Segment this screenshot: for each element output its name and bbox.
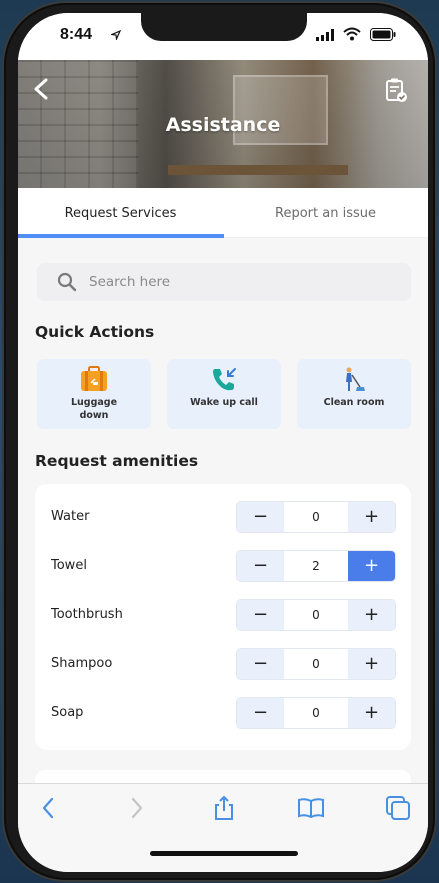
decrement-button[interactable]: − xyxy=(237,551,284,581)
quantity-value[interactable]: 0 xyxy=(284,600,348,630)
decrement-button[interactable]: − xyxy=(237,698,284,728)
increment-button[interactable]: + xyxy=(348,502,395,532)
amenity-row-toothbrush: Toothbrush − 0 + xyxy=(35,599,411,631)
quick-action-label: Luggage down xyxy=(70,397,118,421)
quantity-stepper: − 0 + xyxy=(236,599,396,631)
quantity-value[interactable]: 2 xyxy=(284,551,348,581)
decrement-button[interactable]: − xyxy=(237,502,284,532)
quantity-value[interactable]: 0 xyxy=(284,649,348,679)
location-arrow-icon xyxy=(111,30,121,40)
banner-image-counter xyxy=(168,165,348,175)
tab-bar: Request Services Report an issue xyxy=(18,188,428,238)
share-icon[interactable] xyxy=(210,794,238,822)
page-title: Assistance xyxy=(165,114,281,136)
decrement-button[interactable]: − xyxy=(237,600,284,630)
quantity-stepper: − 0 + xyxy=(236,697,396,729)
increment-button[interactable]: + xyxy=(348,649,395,679)
decrement-button[interactable]: − xyxy=(237,649,284,679)
amenity-label: Soap xyxy=(51,705,84,720)
status-bar: 8:44 xyxy=(18,13,428,60)
browser-forward-icon[interactable] xyxy=(122,794,150,822)
tabs-icon[interactable] xyxy=(384,794,412,822)
quick-action-label: Clean room xyxy=(323,397,385,408)
browser-back-icon[interactable] xyxy=(35,794,63,822)
search-bar xyxy=(37,263,411,301)
increment-button[interactable]: + xyxy=(348,698,395,728)
quick-action-wake-up-call[interactable]: Wake up call xyxy=(167,359,281,429)
amenities-card: Water − 0 + Towel − 2 + Toothbrush − 0 +… xyxy=(35,484,411,750)
home-indicator xyxy=(150,851,298,856)
quantity-value[interactable]: 0 xyxy=(284,502,348,532)
wifi-icon xyxy=(343,27,361,41)
quantity-stepper: − 0 + xyxy=(236,648,396,680)
quantity-stepper: − 2 + xyxy=(236,550,396,582)
search-icon xyxy=(57,272,77,292)
request-amenities-title: Request amenities xyxy=(35,452,199,470)
amenity-label: Toothbrush xyxy=(51,607,123,622)
search-input[interactable] xyxy=(89,263,389,301)
amenity-row-shampoo: Shampoo − 0 + xyxy=(35,648,411,680)
luggage-icon xyxy=(81,366,107,391)
signal-icon xyxy=(316,29,334,41)
screen: 8:44 Assistance Request Services Report … xyxy=(18,13,428,872)
amenity-row-towel: Towel − 2 + xyxy=(35,550,411,582)
bookmarks-icon[interactable] xyxy=(297,794,325,822)
amenity-label: Shampoo xyxy=(51,656,113,671)
cleaning-icon xyxy=(346,367,365,391)
quick-actions-title: Quick Actions xyxy=(35,323,155,341)
amenity-row-water: Water − 0 + xyxy=(35,501,411,533)
quick-action-luggage-down[interactable]: Luggage down xyxy=(37,359,151,429)
quantity-value[interactable]: 0 xyxy=(284,698,348,728)
safari-toolbar xyxy=(18,783,428,872)
back-arrow-icon[interactable] xyxy=(32,78,50,100)
quick-action-label: Wake up call xyxy=(190,397,258,408)
clipboard-check-icon[interactable] xyxy=(384,77,408,103)
header-banner: Assistance xyxy=(18,60,428,188)
phone-incoming-icon xyxy=(213,368,236,391)
amenity-label: Water xyxy=(51,509,90,524)
amenity-label: Towel xyxy=(51,558,87,573)
status-time: 8:44 xyxy=(60,26,93,43)
tab-request-services[interactable]: Request Services xyxy=(18,188,223,238)
main-content: Quick Actions Luggage down Wake up call xyxy=(18,238,428,800)
tab-report-issue[interactable]: Report an issue xyxy=(223,188,428,238)
amenity-row-soap: Soap − 0 + xyxy=(35,697,411,729)
increment-button[interactable]: + xyxy=(348,600,395,630)
battery-icon xyxy=(370,28,396,41)
quantity-stepper: − 0 + xyxy=(236,501,396,533)
quick-action-clean-room[interactable]: Clean room xyxy=(297,359,411,429)
notch xyxy=(141,13,307,41)
increment-button[interactable]: + xyxy=(348,551,395,581)
